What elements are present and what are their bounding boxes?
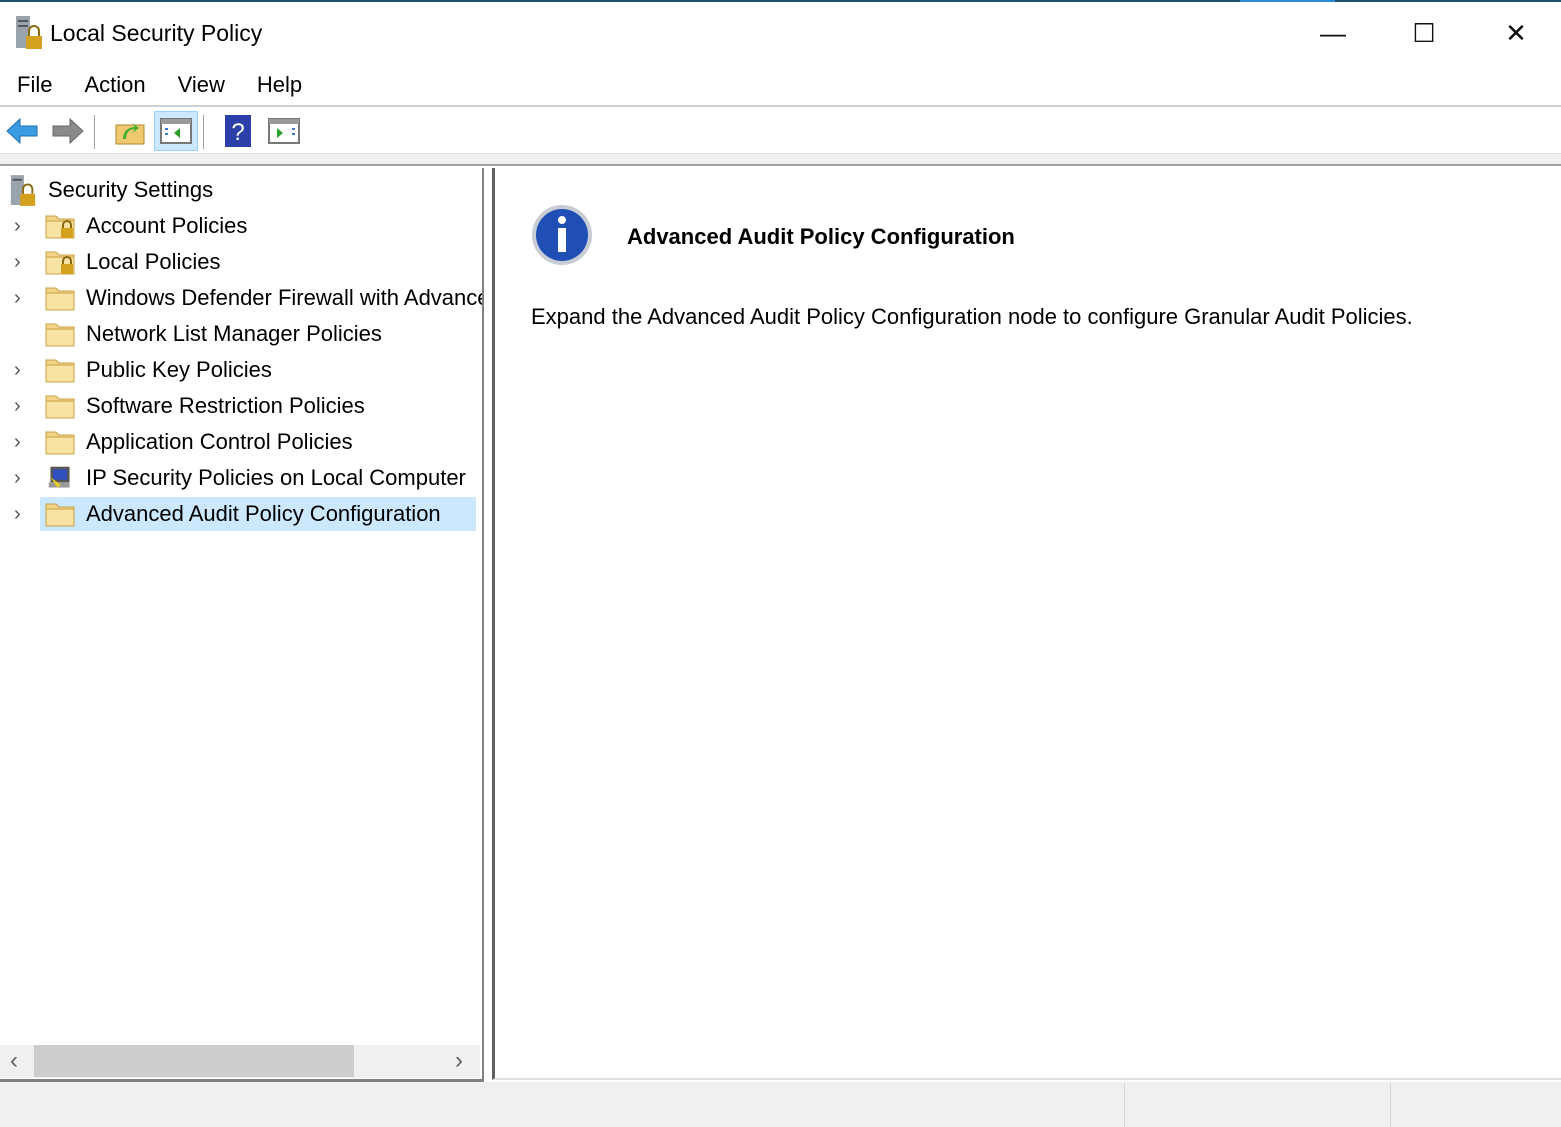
tree-item[interactable]: › Public Key Policies	[0, 353, 482, 387]
folder-icon	[45, 503, 75, 527]
scroll-right-arrow[interactable]: ›	[455, 1047, 463, 1075]
tree-item-label: Network List Manager Policies	[86, 321, 382, 346]
tree-item[interactable]: › Local Policies	[0, 245, 482, 279]
svg-text:?: ?	[231, 119, 244, 146]
chevron-right-icon[interactable]: ›	[14, 395, 30, 418]
status-divider	[1124, 1082, 1125, 1127]
tree-item-label: IP Security Policies on Local Computer	[86, 465, 466, 490]
chevron-right-icon[interactable]: ›	[14, 287, 30, 310]
tree-item[interactable]: › Software Restriction Policies	[0, 389, 482, 423]
toolbar-separator	[203, 115, 204, 149]
chevron-right-icon[interactable]: ›	[14, 215, 30, 238]
back-button[interactable]	[0, 111, 44, 151]
menu-action[interactable]: Action	[84, 72, 145, 98]
menu-file[interactable]: File	[17, 72, 52, 98]
console-tree: Security Settings › Account Policies › Loca…	[0, 168, 484, 1082]
show-hide-action-pane-icon	[268, 118, 300, 144]
up-one-level-button[interactable]	[108, 111, 152, 151]
window-title: Local Security Policy	[50, 20, 263, 46]
tree-item[interactable]: Network List Manager Policies	[0, 317, 482, 351]
maximize-button[interactable]: ☐	[1378, 4, 1470, 62]
details-pane: Advanced Audit Policy Configuration Expa…	[492, 168, 1561, 1080]
close-button[interactable]: ✕	[1470, 4, 1561, 62]
help-icon: ?	[225, 115, 251, 147]
folder-icon	[45, 323, 75, 347]
tree-item-label: Windows Defender Firewall with Advanced …	[86, 285, 482, 310]
folder-lock-icon	[45, 215, 75, 239]
folder-icon	[45, 359, 75, 383]
info-icon	[532, 205, 592, 265]
status-divider	[1390, 1082, 1391, 1127]
tree-item-label: Public Key Policies	[86, 357, 272, 382]
details-description: Expand the Advanced Audit Policy Configu…	[531, 304, 1413, 329]
chevron-right-icon[interactable]: ›	[14, 359, 30, 382]
menu-view[interactable]: View	[178, 72, 225, 98]
horizontal-scrollbar[interactable]: ‹ ›	[0, 1045, 480, 1078]
tree-item[interactable]: › Application Control Policies	[0, 425, 482, 459]
chevron-right-icon[interactable]: ›	[14, 251, 30, 274]
folder-icon	[45, 431, 75, 455]
tree-root-label: Security Settings	[48, 177, 214, 202]
folder-icon	[45, 395, 75, 419]
menu-help[interactable]: Help	[257, 72, 302, 98]
back-arrow-icon	[6, 117, 38, 145]
ip-security-icon	[48, 466, 70, 488]
scrollbar-thumb[interactable]	[34, 1045, 354, 1077]
security-settings-icon	[10, 175, 36, 206]
status-bar	[0, 1082, 1561, 1127]
minimize-button[interactable]: —	[1287, 4, 1379, 62]
tree-item-label: Software Restriction Policies	[86, 393, 365, 418]
scroll-left-arrow[interactable]: ‹	[10, 1047, 18, 1075]
tree-item-label: Application Control Policies	[86, 429, 353, 454]
details-title: Advanced Audit Policy Configuration	[627, 224, 1015, 249]
tree-item-label: Local Policies	[86, 249, 221, 274]
chevron-right-icon[interactable]: ›	[14, 431, 30, 454]
tree-item-label: Account Policies	[86, 213, 248, 238]
folder-lock-icon	[45, 251, 75, 275]
help-button[interactable]: ?	[216, 111, 260, 151]
chevron-right-icon[interactable]: ›	[14, 503, 30, 526]
chevron-right-icon[interactable]: ›	[14, 467, 30, 490]
toolbar-divider	[0, 154, 1561, 166]
toolbar: ?	[0, 109, 1561, 154]
folder-icon	[45, 287, 75, 311]
tree-item[interactable]: › Windows Defender Firewall with Advanced…	[0, 281, 482, 315]
forward-button[interactable]	[46, 111, 90, 151]
show-hide-console-tree-button[interactable]	[154, 111, 198, 151]
tree-item[interactable]: › Account Policies	[0, 209, 482, 243]
tree-item[interactable]: › Advanced Audit Policy Configuration	[0, 497, 482, 531]
title-bar[interactable]: Local Security Policy — ☐ ✕	[0, 2, 1561, 65]
tree-item-label: Advanced Audit Policy Configuration	[86, 501, 441, 526]
toolbar-separator	[94, 115, 95, 149]
up-folder-icon	[115, 123, 145, 145]
show-hide-action-pane-button[interactable]	[262, 111, 306, 151]
security-policy-icon	[16, 16, 42, 49]
forward-arrow-icon	[52, 117, 84, 145]
show-hide-console-tree-icon	[160, 118, 192, 144]
menu-bar: File Action View Help	[0, 65, 1561, 107]
tree-item[interactable]: › IP Security Policies on Local Computer	[0, 461, 482, 495]
